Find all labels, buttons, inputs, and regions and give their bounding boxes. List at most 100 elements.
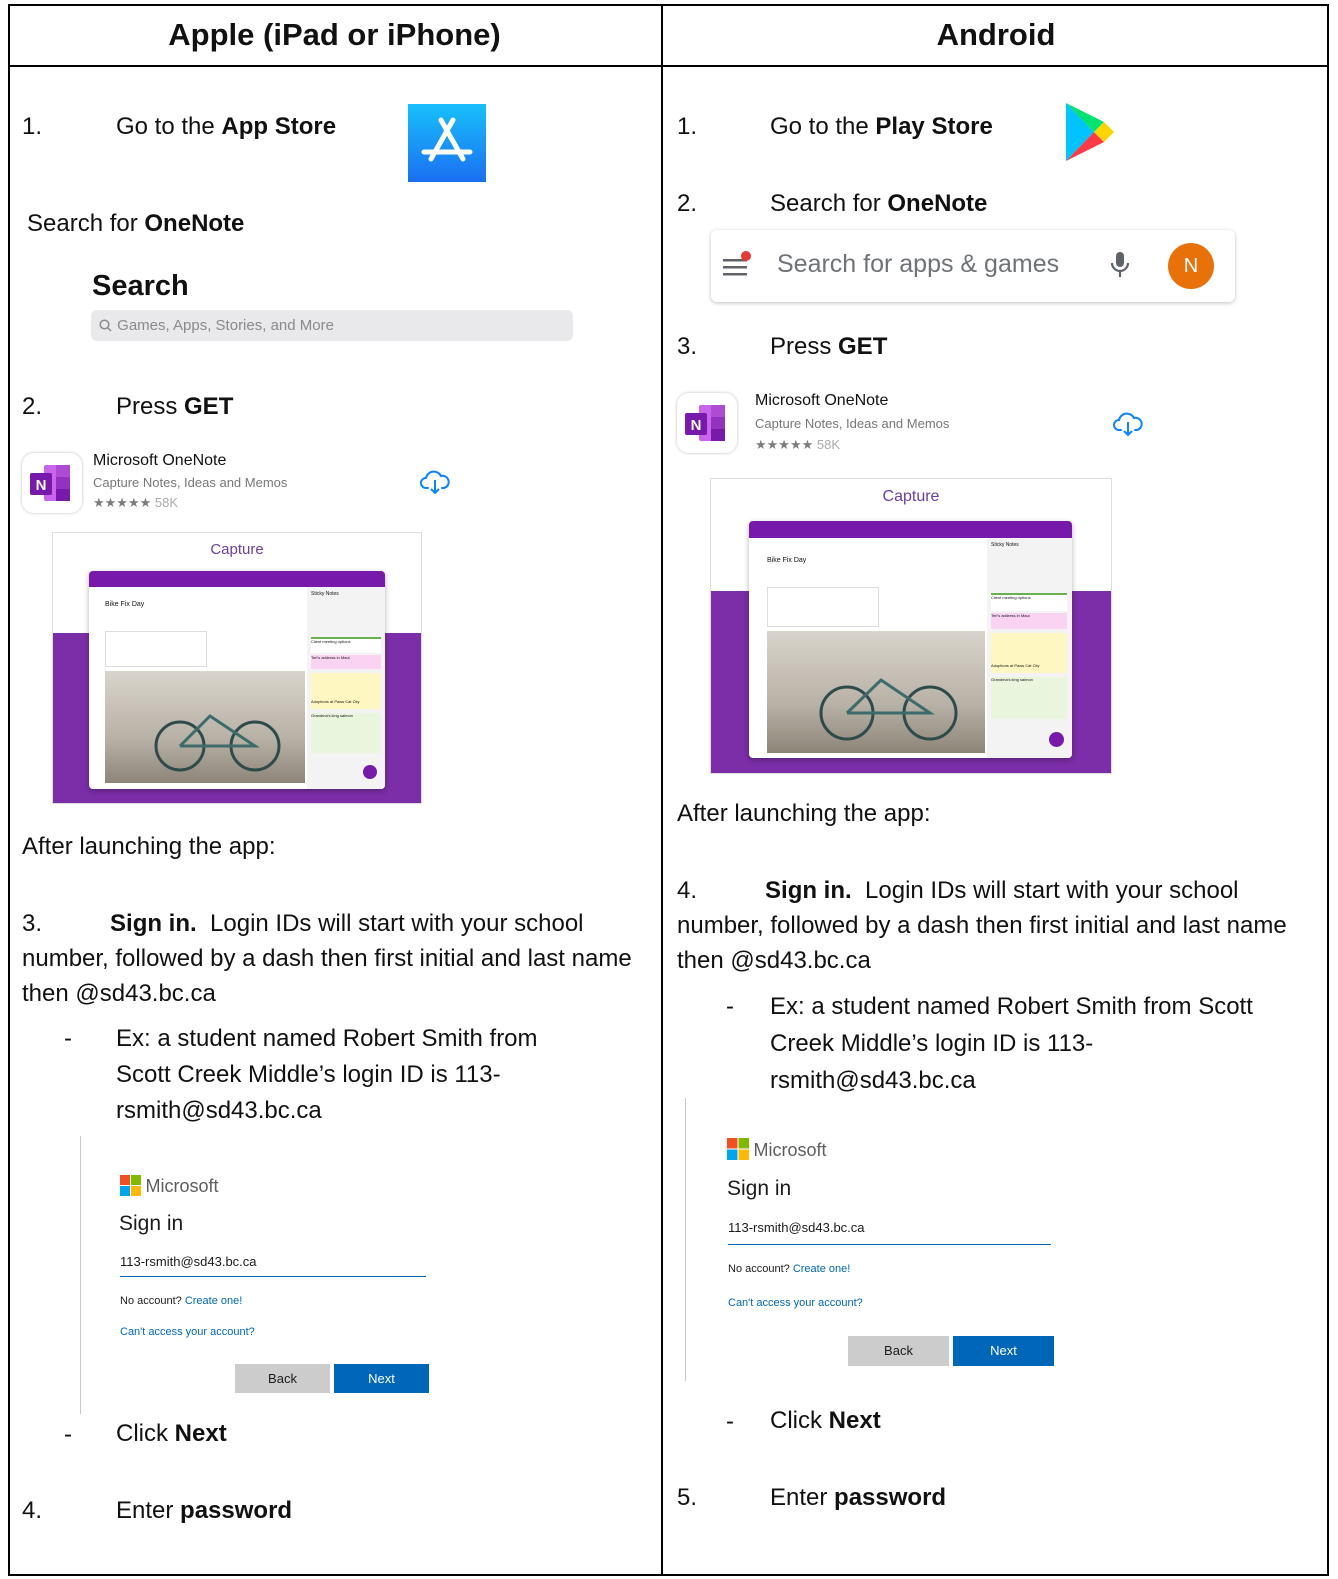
onenote-app-icon[interactable]: N [22, 453, 82, 513]
android-step2-number: 2. [677, 190, 698, 217]
android-sticky-note-4: Grandma's king salmon [991, 677, 1067, 719]
android-onenote-app-icon[interactable]: N [677, 393, 737, 453]
account-avatar[interactable]: N [1168, 243, 1214, 289]
apple-search-prefix: Search for [27, 210, 145, 237]
android-click-next-text: Click Next [770, 1407, 881, 1435]
cant-access-link[interactable]: Can't access your account? [120, 1326, 255, 1338]
apple-step2-number: 2. [22, 393, 43, 420]
search-icon [99, 310, 113, 341]
android-microsoft-brand-text: Microsoft [753, 1140, 827, 1160]
signin-email-input[interactable]: 113-rsmith@sd43.bc.ca [120, 1254, 426, 1277]
android-sticky-note-3-text: Adoptions at Paws Cat City [991, 663, 1040, 668]
android-click-prefix: Click [770, 1407, 829, 1434]
app-store-icon [408, 104, 486, 182]
ios-search-placeholder: Games, Apps, Stories, and More [117, 317, 334, 334]
play-search-placeholder: Search for apps & games [777, 250, 1060, 278]
android-step3-number: 3. [677, 333, 698, 360]
onenote-window: Bike Fix Day Sticky Notes Client meeting… [89, 571, 385, 789]
no-account-label: No account? [120, 1295, 182, 1307]
microphone-icon[interactable] [1109, 250, 1131, 285]
android-step5-number: 5. [677, 1484, 698, 1511]
play-search-bar[interactable]: Search for apps & games N [711, 230, 1235, 302]
android-page-table [767, 587, 879, 627]
android-no-account-label: No account? [728, 1263, 790, 1275]
menu-icon[interactable] [721, 250, 751, 285]
android-create-account-link[interactable]: Create one! [793, 1263, 850, 1275]
android-click-next: Next [828, 1407, 881, 1434]
sticky-note-1: Client meeting options [311, 637, 381, 653]
apple-column-header: Apple (iPad or iPhone) [168, 17, 501, 52]
ios-search-title: Search [92, 270, 189, 302]
android-signin-border [685, 1098, 686, 1381]
onenote-ribbon [89, 571, 385, 587]
android-cloud-download-icon[interactable] [1113, 410, 1143, 443]
microsoft-brand-text: Microsoft [145, 1176, 219, 1196]
apple-step4-text: Enter password [116, 1497, 292, 1525]
apple-step4-password: password [180, 1497, 293, 1524]
android-step4-signin: Sign in. [765, 877, 852, 904]
android-app-screenshot: Capture Bike Fix Day Sticky Notes Client… [710, 478, 1112, 774]
apple-step3-number: 3. [22, 910, 43, 937]
android-click-dash: - [726, 1408, 734, 1435]
sticky-note-3-text: Adoptions at Paws Cat City [311, 699, 360, 704]
android-step5-text: Enter password [770, 1484, 946, 1512]
svg-text:N: N [36, 477, 47, 494]
app-screenshot: Capture Bike Fix Day Sticky Notes Client… [52, 532, 422, 804]
apple-search-instruction: Search for OneNote [27, 210, 244, 238]
rating-stars: ★★★★★ [93, 495, 152, 510]
android-add-note-button [1049, 732, 1064, 747]
apple-click-next-text: Click Next [116, 1420, 227, 1448]
android-onenote-ribbon [749, 521, 1072, 538]
capture-label: Capture [210, 541, 264, 558]
apple-step1-number: 1. [22, 113, 43, 140]
apple-step1-prefix: Go to the [116, 113, 222, 140]
android-sticky-note-2: Teri's address in Maui [991, 613, 1067, 629]
android-step3-get: GET [838, 333, 888, 360]
android-step1-number: 1. [677, 113, 698, 140]
android-sticky-notes-pane: Sticky Notes Client meeting options Teri… [987, 538, 1072, 758]
apple-step4-prefix: Enter [116, 1497, 181, 1524]
cloud-download-icon[interactable] [420, 468, 450, 501]
apple-step3-signin: Sign in. [110, 910, 197, 937]
android-app-name: Microsoft OneNote [755, 392, 889, 409]
android-example-text: Ex: a student named Robert Smith from Sc… [770, 993, 1253, 1094]
create-account-link[interactable]: Create one! [185, 1295, 242, 1307]
apple-step1-text: Go to the App Store [116, 113, 336, 141]
apple-step2-prefix: Press [116, 393, 185, 420]
android-step1-playstore: Play Store [875, 113, 993, 140]
sticky-note-2: Teri's address in Maui [311, 655, 381, 669]
next-button[interactable]: Next [334, 1364, 429, 1393]
android-step4-number: 4. [677, 877, 698, 904]
apple-after-launch: After launching the app: [22, 833, 276, 860]
android-sticky-header: Sticky Notes [991, 542, 1019, 548]
apple-step4-number: 4. [22, 1497, 43, 1524]
apple-search-onenote: OneNote [144, 210, 245, 237]
android-rating-stars: ★★★★★ [755, 437, 814, 452]
apple-click-prefix: Click [116, 1420, 175, 1447]
android-microsoft-logo: Microsoft [727, 1138, 826, 1161]
signin-border [80, 1136, 81, 1414]
android-back-button[interactable]: Back [848, 1336, 949, 1366]
apple-click-dash: - [64, 1421, 72, 1448]
no-account-text: No account? Create one! [120, 1295, 242, 1307]
android-step4-paragraph: 4. Sign in. Login IDs will start with you… [677, 873, 1317, 978]
svg-text:N: N [691, 417, 702, 434]
sticky-header: Sticky Notes [311, 591, 339, 597]
android-step1-prefix: Go to the [770, 113, 876, 140]
android-app-subtitle: Capture Notes, Ideas and Memos [755, 416, 950, 431]
android-step5-password: password [834, 1484, 947, 1511]
ios-search-field[interactable]: Games, Apps, Stories, and More [91, 310, 573, 341]
android-sticky-note-1: Client meeting options [991, 593, 1067, 611]
android-cant-access-link[interactable]: Can't access your account? [728, 1297, 863, 1309]
bike-photo [105, 671, 305, 783]
android-signin-email-input[interactable]: 113-rsmith@sd43.bc.ca [728, 1220, 1051, 1245]
apple-step3-paragraph: 3. Sign in. Login IDs will start with you… [22, 906, 652, 1011]
play-store-icon [1064, 101, 1116, 163]
page-table [105, 631, 207, 667]
android-bike-photo [767, 631, 985, 753]
back-button[interactable]: Back [235, 1364, 330, 1393]
app-name: Microsoft OneNote [93, 452, 227, 469]
android-next-button[interactable]: Next [953, 1336, 1054, 1366]
android-sticky-note-3: Adoptions at Paws Cat City [991, 633, 1067, 673]
android-step2-text: Search for OneNote [770, 190, 987, 218]
